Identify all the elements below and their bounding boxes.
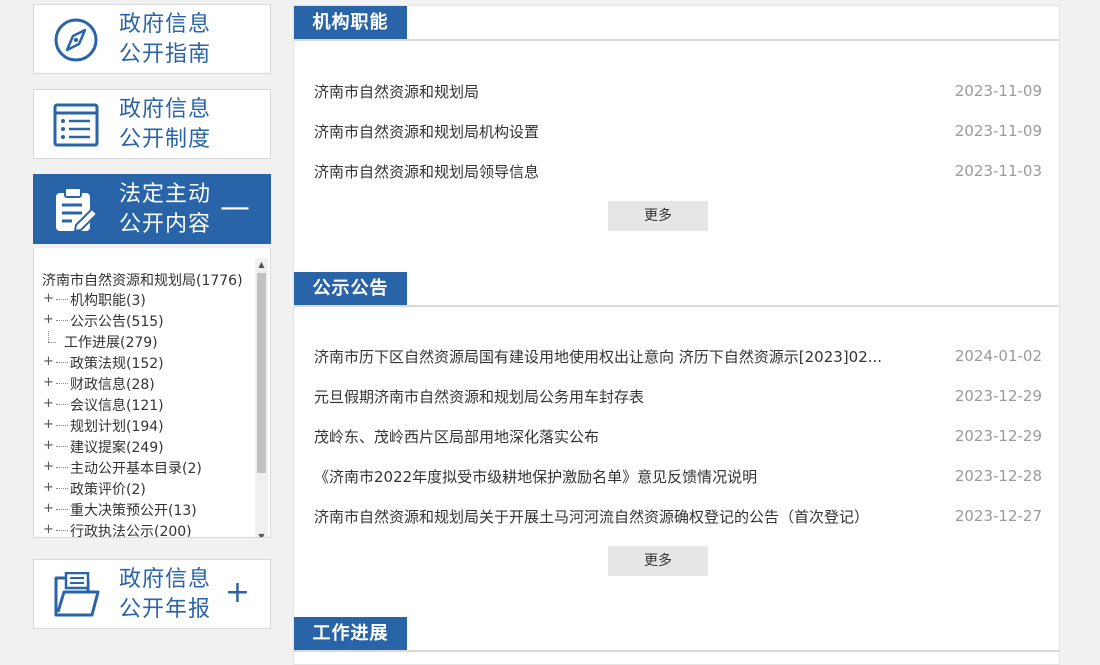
item-date: 2024-01-02 [954,347,1042,365]
scroll-down-icon[interactable]: ▼ [255,530,268,537]
section-title[interactable]: 机构职能 [294,6,407,40]
scrollbar-thumb[interactable] [257,273,266,473]
expand-icon[interactable]: + [42,397,55,411]
nav-card-label: 政府信息 公开指南 [119,10,211,70]
expand-icon[interactable]: + [42,418,55,432]
expand-icon[interactable]: + [42,523,55,537]
tree-item[interactable]: + 机构职能(3) [42,289,146,310]
more-button[interactable]: 更多 [608,546,708,576]
nav-card-statutory-content[interactable]: 法定主动 公开内容 — [33,174,271,244]
label-line-2: 公开制度 [119,127,212,152]
item-date: 2023-11-09 [954,82,1042,100]
expand-icon[interactable]: + [42,313,55,327]
folder-report-icon [54,572,100,617]
item-title[interactable]: 茂岭东、茂岭西片区局部用地深化落实公布 [314,426,599,447]
compass-icon [54,18,98,62]
tree-item-label: 会议信息(121) [70,397,164,414]
item-date: 2023-11-03 [954,162,1042,180]
section-header-institutional-functions: 机构职能 [294,6,1059,41]
nav-card-label: 政府信息 公开制度 [119,95,211,155]
tree-item[interactable]: + 重大决策预公开(13) [42,499,197,520]
tree-item[interactable]: + 主动公开基本目录(2) [42,457,202,478]
scroll-up-icon[interactable]: ▲ [255,258,268,272]
list-item[interactable]: 济南市历下区自然资源局国有建设用地使用权出让意向 济历下自然资源示[2023]0… [314,344,1042,368]
item-date: 2023-12-29 [954,427,1042,445]
tree-scrollbar[interactable]: ▲ ▼ [255,258,268,537]
tree-item[interactable]: + 行政执法公示(200) [42,520,192,538]
item-title[interactable]: 济南市历下区自然资源局国有建设用地使用权出让意向 济历下自然资源示[2023]0… [314,346,882,367]
content-panel: 机构职能 济南市自然资源和规划局 2023-11-09 济南市自然资源和规划局机… [293,5,1060,665]
tree-item[interactable]: + 会议信息(121) [42,394,164,415]
list-item[interactable]: 济南市自然资源和规划局机构设置 2023-11-09 [314,119,1042,143]
label-line-2: 公开指南 [119,42,212,67]
section-divider [294,305,1059,307]
tree-item-label: 重大决策预公开(13) [70,502,197,519]
nav-card-label: 法定主动 公开内容 [119,180,211,240]
tree-item[interactable]: + 公示公告(515) [42,310,164,331]
item-title[interactable]: 济南市自然资源和规划局领导信息 [314,161,539,182]
section-header-work-progress: 工作进展 [294,617,1059,652]
item-date: 2023-12-29 [954,387,1042,405]
tree-item[interactable]: 工作进展(279) [42,331,158,352]
expand-icon[interactable]: + [225,576,250,610]
nav-card-annual-report[interactable]: 政府信息 公开年报 + [33,559,271,629]
label-line-1: 政府信息 [119,97,212,122]
item-title[interactable]: 元旦假期济南市自然资源和规划局公务用车封存表 [314,386,644,407]
section-header-announcements: 公示公告 [294,272,1059,307]
tree-item-label: 财政信息(28) [70,376,155,393]
list-item[interactable]: 济南市自然资源和规划局关于开展土马河河流自然资源确权登记的公告（首次登记） 20… [314,504,1042,528]
section-title[interactable]: 工作进展 [294,617,407,651]
item-title[interactable]: 济南市自然资源和规划局关于开展土马河河流自然资源确权登记的公告（首次登记） [314,506,869,527]
list-item[interactable]: 茂岭东、茂岭西片区局部用地深化落实公布 2023-12-29 [314,424,1042,448]
expand-icon[interactable]: + [42,502,55,516]
expand-icon[interactable]: + [42,481,55,495]
tree-item-label: 行政执法公示(200) [70,523,192,538]
list-item[interactable]: 济南市自然资源和规划局 2023-11-09 [314,79,1042,103]
tree-item[interactable]: + 规划计划(194) [42,415,164,436]
tree-item-label: 建议提案(249) [70,439,164,456]
list-document-icon [53,103,99,147]
expand-icon[interactable]: + [42,292,55,306]
category-tree: 济南市自然资源和规划局(1776) + 机构职能(3) + 公示公告(515) 工作… [33,248,271,538]
section-divider [294,39,1059,41]
item-date: 2023-12-28 [954,467,1042,485]
section-title[interactable]: 公示公告 [294,272,407,306]
expand-icon[interactable]: + [42,460,55,474]
more-button[interactable]: 更多 [608,201,708,231]
tree-item[interactable]: + 建议提案(249) [42,436,164,457]
label-line-1: 法定主动 [119,182,212,207]
item-title[interactable]: 济南市自然资源和规划局机构设置 [314,121,539,142]
item-date: 2023-12-27 [954,507,1042,525]
item-title[interactable]: 《济南市2022年度拟受市级耕地保护激励名单》意见反馈情况说明 [314,466,757,487]
list-item[interactable]: 济南市自然资源和规划局领导信息 2023-11-03 [314,159,1042,183]
tree-leaf-connector [42,331,56,352]
tree-item[interactable]: + 政策法规(152) [42,352,164,373]
item-title[interactable]: 济南市自然资源和规划局 [314,81,479,102]
label-line-1: 政府信息 [119,12,212,37]
expand-icon[interactable]: + [42,439,55,453]
tree-item-label: 公示公告(515) [70,313,164,330]
tree-item-label: 工作进展(279) [64,334,158,351]
nav-card-disclosure-guide[interactable]: 政府信息 公开指南 [33,4,271,74]
item-date: 2023-11-09 [954,122,1042,140]
list-item[interactable]: 《济南市2022年度拟受市级耕地保护激励名单》意见反馈情况说明 2023-12-… [314,464,1042,488]
tree-root[interactable]: 济南市自然资源和规划局(1776) [42,270,243,290]
tree-item-label: 规划计划(194) [70,418,164,435]
expand-icon[interactable]: + [42,355,55,369]
tree-item[interactable]: + 政策评价(2) [42,478,146,499]
expand-icon[interactable]: + [42,376,55,390]
tree-item-label: 政策法规(152) [70,355,164,372]
tree-item-label: 机构职能(3) [70,292,146,309]
label-line-2: 公开年报 [119,597,212,622]
nav-card-disclosure-system[interactable]: 政府信息 公开制度 [33,89,271,159]
collapse-icon[interactable]: — [220,191,250,225]
label-line-2: 公开内容 [119,212,212,237]
list-item[interactable]: 元旦假期济南市自然资源和规划局公务用车封存表 2023-12-29 [314,384,1042,408]
tree-item[interactable]: + 财政信息(28) [42,373,155,394]
tree-item-label: 政策评价(2) [70,481,146,498]
nav-card-label: 政府信息 公开年报 [119,565,211,625]
clipboard-edit-icon [56,187,99,233]
label-line-1: 政府信息 [119,567,212,592]
tree-item-label: 主动公开基本目录(2) [70,460,202,477]
